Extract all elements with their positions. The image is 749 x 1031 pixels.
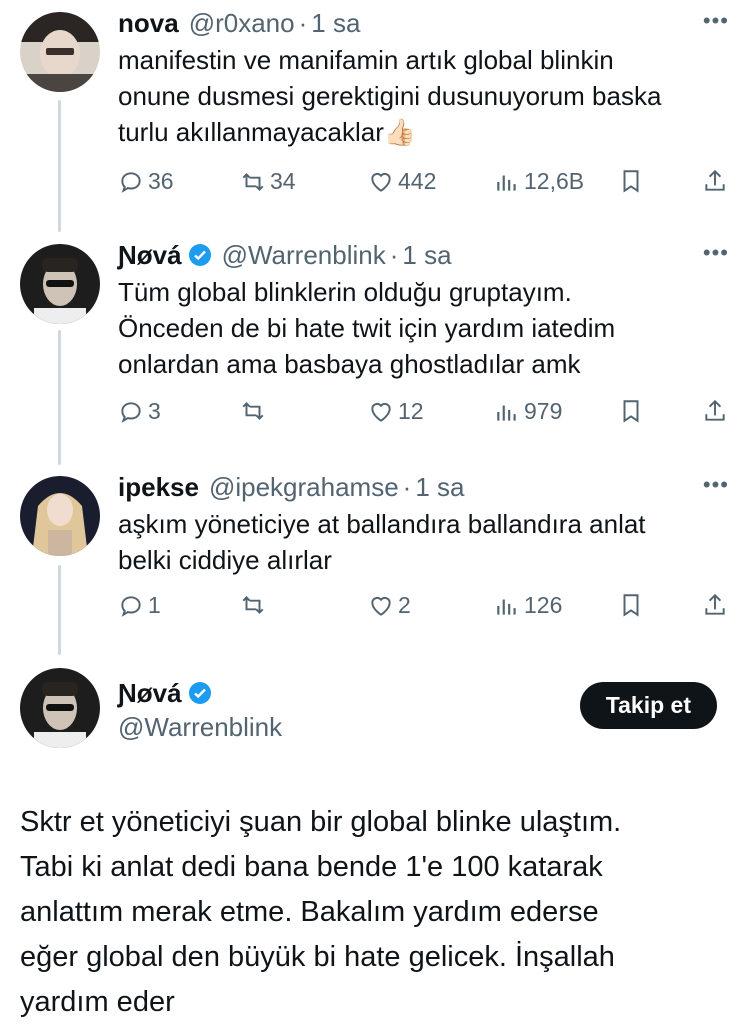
views-count: 979	[524, 398, 563, 424]
views-button[interactable]: 126	[494, 592, 562, 619]
views-icon	[497, 405, 516, 421]
bookmark-icon	[623, 594, 639, 617]
bookmark-icon	[623, 400, 639, 423]
timestamp[interactable]: 1 sa	[402, 240, 451, 270]
more-icon[interactable]: •••	[703, 240, 729, 266]
tweet-text-line: Sktr et yöneticiyi şuan bir global blink…	[20, 806, 622, 838]
author-name[interactable]: ipekse	[118, 472, 199, 502]
separator-dot: ·	[389, 240, 399, 270]
tweet-1[interactable]: nova @r0xano · 1 sa ••• manifestin ve ma…	[0, 0, 749, 232]
avatar[interactable]	[20, 244, 100, 324]
retweet-button[interactable]	[240, 398, 270, 424]
views-count: 126	[524, 592, 563, 618]
tweet-2[interactable]: Ɲøvá @Warrenblink · 1 sa ••• Tüm global …	[0, 232, 749, 464]
like-icon	[371, 596, 391, 616]
reply-button[interactable]: 36	[118, 168, 174, 195]
reply-count: 1	[148, 592, 161, 618]
like-icon	[371, 172, 391, 192]
tweet-3[interactable]: ipekse @ipekgrahamse · 1 sa ••• aşkım yö…	[0, 464, 749, 660]
like-icon	[371, 402, 391, 422]
reply-button[interactable]: 3	[118, 398, 161, 425]
author-handle[interactable]: @r0xano	[189, 8, 295, 38]
main-tweet-text: Sktr et yöneticiyi şuan bir global blink…	[20, 800, 720, 1025]
like-button[interactable]: 442	[368, 168, 436, 195]
tweet-text-line: Tabi ki anlat dedi bana bende 1'e 100 ka…	[20, 851, 603, 883]
bookmark-button[interactable]	[618, 398, 648, 424]
share-button[interactable]	[702, 168, 732, 194]
separator-dot: ·	[402, 472, 412, 502]
share-button[interactable]	[702, 398, 732, 424]
tweet-text-line: aşkım yöneticiye at ballandıra ballandır…	[118, 509, 646, 539]
retweet-button[interactable]: 34	[240, 168, 296, 195]
action-bar: 36 34 442 12,6B	[118, 168, 728, 198]
tweet-text-line: yardım eder	[20, 986, 175, 1018]
more-icon[interactable]: •••	[703, 8, 729, 34]
tweet-text-line: manifestin ve manifamin artık global bli…	[118, 45, 614, 75]
tweet-text-line: onune dusmesi gerektigini dusunuyorum ba…	[118, 81, 662, 111]
bookmark-icon	[623, 170, 639, 193]
like-count: 442	[398, 168, 437, 194]
views-icon	[497, 599, 516, 615]
tweet-text: manifestin ve manifamin artık global bli…	[118, 42, 718, 150]
avatar[interactable]	[20, 668, 100, 748]
retweet-button[interactable]	[240, 592, 270, 618]
reply-button[interactable]: 1	[118, 592, 161, 619]
views-count: 12,6B	[524, 168, 585, 194]
avatar[interactable]	[20, 12, 100, 92]
reply-count: 3	[148, 398, 161, 424]
author-handle[interactable]: @Warrenblink	[222, 240, 386, 270]
action-bar: 3 12 979	[118, 398, 728, 428]
tweet-text-line: belki ciddiye alırlar	[118, 545, 332, 575]
tweet-text-line: Önceden de bi hate twit için yardım iate…	[118, 313, 616, 343]
tweet-text-line: eğer global den büyük bi hate gelicek. İ…	[20, 941, 615, 973]
share-button[interactable]	[702, 592, 732, 618]
retweet-icon	[242, 402, 264, 420]
share-icon	[705, 169, 725, 191]
follow-button[interactable]: Takip et	[579, 682, 717, 729]
views-button[interactable]: 979	[494, 398, 562, 425]
reply-count: 36	[148, 168, 174, 194]
share-icon	[705, 399, 725, 421]
tweet-text: aşkım yöneticiye at ballandıra ballandır…	[118, 506, 718, 578]
author-name[interactable]: Ɲøvá	[118, 240, 182, 270]
author-name[interactable]: Ɲøvá	[118, 678, 182, 708]
tweet-text-fragment: turlu akıllanmayacaklar	[118, 117, 384, 147]
share-icon	[705, 593, 725, 615]
separator-dot: ·	[298, 8, 308, 38]
thumbs-up-emoji: 👍🏻	[383, 117, 417, 147]
verified-badge-icon	[188, 244, 211, 266]
more-icon[interactable]: •••	[703, 472, 729, 498]
bookmark-button[interactable]	[618, 592, 648, 618]
tweet-text-line: onlardan ama basbaya ghostladılar amk	[118, 349, 581, 379]
tweet-text-line: turlu akıllanmayacaklar👍🏻	[118, 114, 718, 150]
retweet-icon	[242, 172, 264, 191]
reply-icon	[121, 401, 141, 423]
reply-icon	[121, 595, 141, 617]
tweet-text-line: anlattım merak etme. Bakalım yardım eder…	[20, 896, 599, 928]
author-handle[interactable]: @ipekgrahamse	[209, 472, 399, 502]
timestamp[interactable]: 1 sa	[415, 472, 464, 502]
tweet-text: Tüm global blinklerin olduğu gruptayım. …	[118, 274, 718, 382]
like-count: 12	[398, 398, 424, 424]
retweet-icon	[242, 596, 264, 614]
like-count: 2	[398, 592, 411, 618]
retweet-count: 34	[270, 168, 296, 194]
author-name[interactable]: nova	[118, 8, 179, 38]
bookmark-button[interactable]	[618, 168, 648, 194]
like-button[interactable]: 12	[368, 398, 424, 425]
views-button[interactable]: 12,6B	[494, 168, 584, 195]
like-button[interactable]: 2	[368, 592, 411, 619]
avatar[interactable]	[20, 476, 100, 556]
tweet-text-line: Tüm global blinklerin olduğu gruptayım.	[118, 277, 572, 307]
action-bar: 1 2 126	[118, 592, 728, 622]
verified-badge-icon	[188, 682, 211, 704]
reply-icon	[121, 171, 141, 193]
views-icon	[497, 175, 516, 191]
author-handle[interactable]: @Warrenblink	[118, 712, 282, 742]
timestamp[interactable]: 1 sa	[311, 8, 360, 38]
